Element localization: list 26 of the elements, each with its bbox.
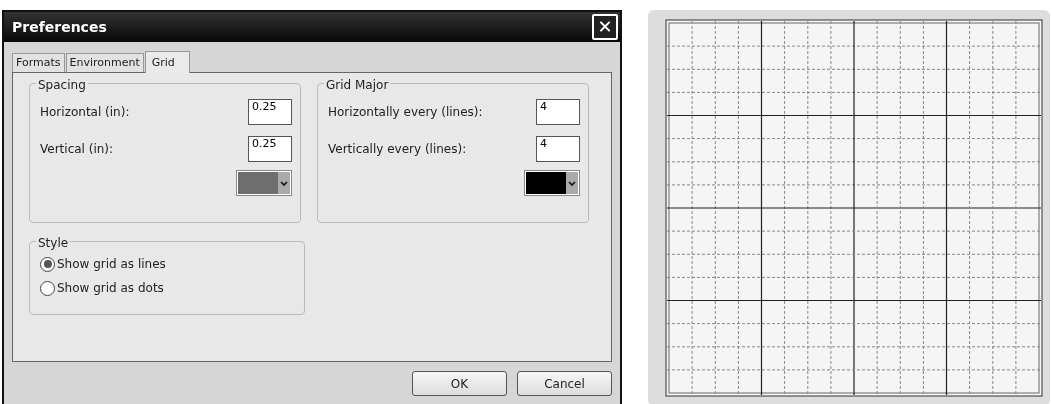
group-title: Spacing <box>36 76 88 94</box>
radio-button[interactable] <box>40 280 55 296</box>
radio-option[interactable]: Show grid as dots <box>40 276 164 300</box>
dialog-button[interactable]: OK <box>412 371 507 396</box>
dialog-button[interactable]: Cancel <box>517 371 612 396</box>
caret-icon <box>280 180 288 186</box>
close-button[interactable]: ✕ <box>592 14 618 40</box>
field-label: Horizontal (in): <box>40 103 130 121</box>
field-label: Vertical (in): <box>40 140 114 158</box>
tab[interactable]: Environment <box>65 53 144 72</box>
radio-option[interactable]: Show grid as lines <box>40 252 166 276</box>
color-dropdown[interactable] <box>524 170 580 196</box>
window-title: Preferences <box>12 17 107 37</box>
field-label: Vertically every (lines): <box>328 140 467 158</box>
group-title: Style <box>36 234 71 252</box>
input-field[interactable]: 4 <box>536 135 580 162</box>
input-field[interactable]: 4 <box>536 98 580 125</box>
field-label: Horizontally every (lines): <box>328 103 483 121</box>
tab[interactable]: Grid <box>144 51 190 73</box>
input-field[interactable]: 0.25 <box>248 135 292 162</box>
group-title: Grid Major <box>324 76 391 94</box>
caret-icon <box>568 180 576 186</box>
radio-button[interactable] <box>40 256 55 272</box>
color-dropdown[interactable] <box>236 170 292 196</box>
input-field[interactable]: 0.25 <box>248 98 292 125</box>
tab[interactable]: Formats <box>12 53 65 72</box>
